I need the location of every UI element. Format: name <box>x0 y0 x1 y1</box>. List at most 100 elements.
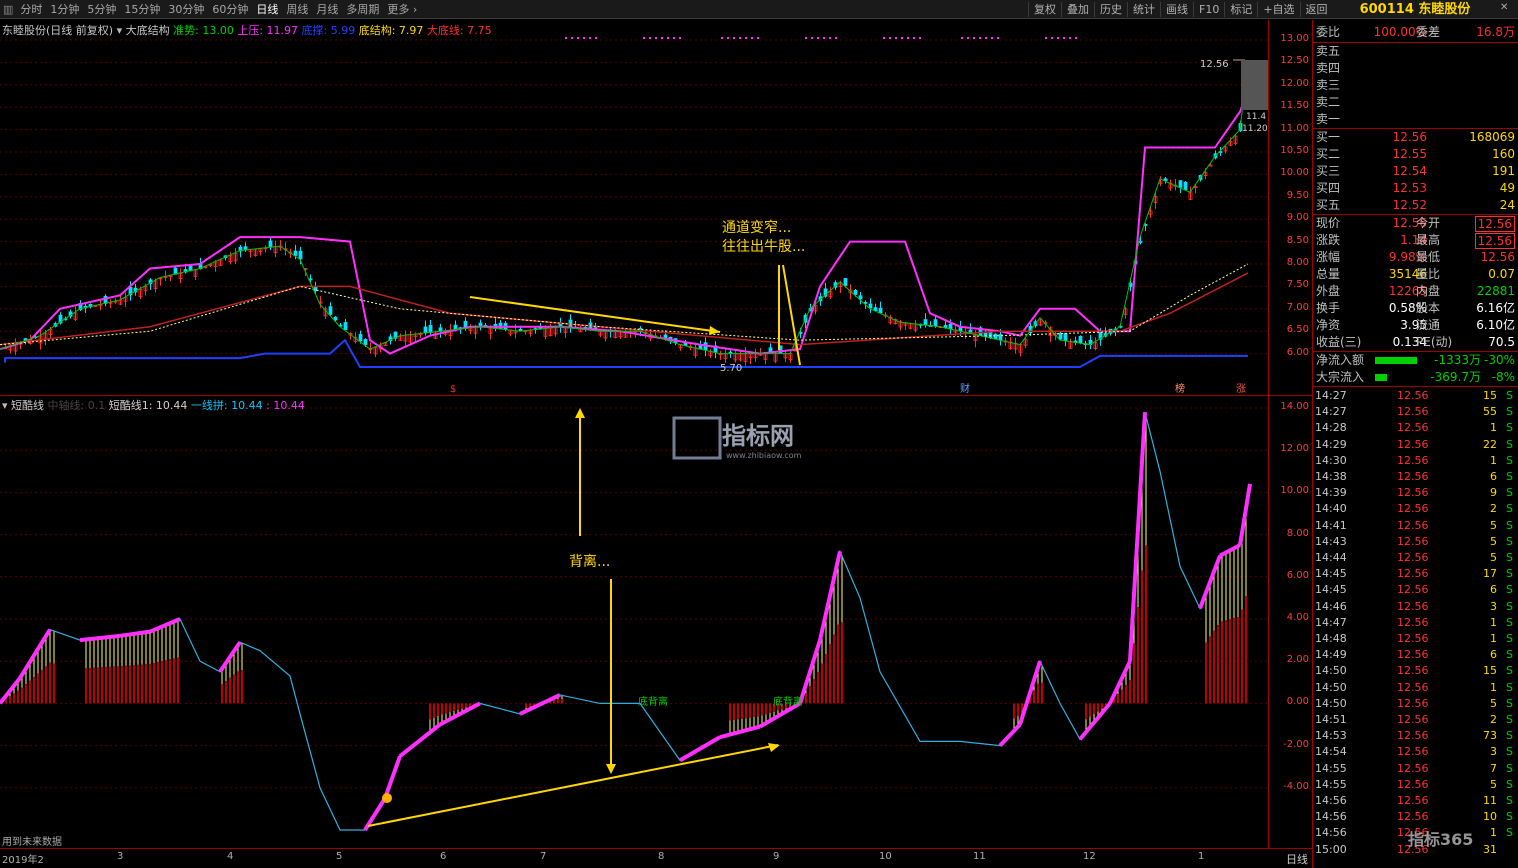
price-tick: 8.00 <box>1286 257 1309 268</box>
price-chart[interactable]: 12.56 5.70 11.4 11.20 通道变窄... 往往出牛股... $… <box>0 20 1268 395</box>
period-tab-0[interactable]: 分时 <box>16 2 46 17</box>
oscillator-chart[interactable]: 背离... 底背离 底背离 用到未来数据 指标网 www.zhibiaow.co… <box>0 396 1268 848</box>
grid-main <box>0 37 1268 355</box>
price-tick: 7.00 <box>1286 301 1309 313</box>
period-label: 日线 <box>1286 853 1308 866</box>
price-tick: 10.50 <box>1280 145 1309 156</box>
date-tick: 8 <box>658 851 665 862</box>
tick-row: 14:53 12.56 73 S <box>1315 729 1513 743</box>
tick-row: 14:39 12.56 9 S <box>1315 486 1513 500</box>
tool-button-0[interactable]: 复权 <box>1028 2 1061 17</box>
flow-bar <box>1375 357 1417 364</box>
period-tab-9[interactable]: 多周期 <box>342 2 383 17</box>
tool-button-2[interactable]: 历史 <box>1094 2 1127 17</box>
flow-bar <box>1375 374 1387 381</box>
date-tick: 3 <box>117 851 124 862</box>
indicator-icon: ▾ <box>2 399 8 412</box>
price-tick: 9.00 <box>1286 212 1309 224</box>
box-label-a: 11.4 <box>1246 112 1266 122</box>
future-data-note: 用到未来数据 <box>2 835 62 848</box>
indicator-icon: ▾ <box>116 24 123 37</box>
quote-row: 总量 35146 量比 0.07 <box>1316 267 1515 281</box>
period-tab-5[interactable]: 60分钟 <box>208 2 252 17</box>
price-tick: 12.00 <box>1280 77 1309 89</box>
tool-button-3[interactable]: 统计 <box>1127 2 1160 17</box>
period-tab-10[interactable]: 更多 › <box>383 2 421 17</box>
quote-row: 买三 12.54 191 <box>1316 164 1515 178</box>
tick-row: 14:38 12.56 6 S <box>1315 470 1513 483</box>
date-tick: 11 <box>973 851 986 862</box>
price-tick: 11.00 <box>1280 122 1309 134</box>
price-high-label: 12.56 <box>1200 59 1229 70</box>
legend-item-3: 底结构: 7.97 <box>355 24 424 37</box>
legend-item-1: 上压: 11.97 <box>233 24 299 37</box>
tick-row: 14:49 12.56 6 S <box>1315 648 1513 662</box>
layout-icon[interactable]: ▥ <box>0 2 16 17</box>
close-icon[interactable]: ✕ <box>1500 2 1508 13</box>
tick-row: 14:51 12.56 2 S <box>1315 713 1513 726</box>
mark-cai: 财 <box>960 382 970 395</box>
period-tab-6[interactable]: 日线 <box>252 2 282 17</box>
quote-row: 净资 3.95 流通 6.10亿 <box>1316 318 1515 332</box>
flow-row: 大宗流入 -369.7万 -8% <box>1316 370 1515 384</box>
quote-row: 现价 12.56 今开 12.56 <box>1313 215 1518 232</box>
tick-row: 14:30 12.56 1 S <box>1315 453 1513 467</box>
stock-legend-title: 东睦股份(日线 前复权) <box>2 24 114 37</box>
tick-row: 14:43 12.56 5 S <box>1315 534 1513 548</box>
corner-watermark: 指标365 <box>1408 830 1474 849</box>
quote-row: 买五 12.52 24 <box>1316 198 1515 212</box>
sub-legend-item-0: 中轴线: 0.1 <box>47 399 106 412</box>
legend-item-0: 准势: 13.00 <box>173 24 234 37</box>
tick-row: 14:50 12.56 5 S <box>1315 696 1513 710</box>
quote-row: 卖一 <box>1316 112 1341 126</box>
period-tab-2[interactable]: 5分钟 <box>83 2 120 17</box>
svg-text:指标网: 指标网 <box>722 422 794 450</box>
period-tab-3[interactable]: 15分钟 <box>120 2 164 17</box>
tick-row: 14:45 12.56 17 S <box>1315 567 1513 581</box>
tick-row: 14:41 12.56 5 S <box>1315 518 1513 532</box>
price-tick: 8.50 <box>1286 234 1309 246</box>
mark-dollar: $ <box>450 384 456 395</box>
legend-item-4: 大底线: 7.75 <box>423 24 492 37</box>
tick-row: 14:55 12.56 7 S <box>1315 761 1513 775</box>
tick-row: 14:40 12.56 2 S <box>1315 502 1513 516</box>
tool-button-1[interactable]: 叠加 <box>1061 2 1094 17</box>
tick-row: 14:50 12.56 1 S <box>1315 680 1513 694</box>
tool-button-4[interactable]: 画线 <box>1160 2 1193 17</box>
mark-bang: 榜 <box>1175 382 1185 395</box>
osc-tick: 10.00 <box>1280 485 1309 497</box>
osc-tick: 0.00 <box>1286 696 1309 708</box>
toolbar: ▥ 分时 1分钟 5分钟 15分钟 30分钟 60分钟 日线 周线 月线 多周期 更多 › 复权 叠加… <box>0 0 1518 19</box>
tool-button-6[interactable]: 标记 <box>1224 2 1257 17</box>
osc-tick: 12.00 <box>1280 443 1309 455</box>
tool-button-7[interactable]: +自选 <box>1257 2 1299 17</box>
period-tab-8[interactable]: 月线 <box>312 2 342 17</box>
quote-row: 卖四 <box>1316 61 1341 75</box>
main-legend: 东睦股份(日线 前复权) ▾ 大底结构 准势: 13.00 上压: 11.97 … <box>2 22 492 38</box>
watermark: 指标网 www.zhibiaow.com <box>672 416 802 460</box>
price-axis: 13.00 12.50 12.00 11.50 11.00 10.50 10.00 9.50 9… <box>1268 20 1312 395</box>
tool-button-5[interactable]: F10 <box>1193 2 1224 17</box>
tick-row: 14:27 12.56 55 S <box>1315 405 1513 419</box>
divergence-label: 背离... <box>569 553 610 570</box>
price-tick: 13.00 <box>1280 33 1309 44</box>
tick-row: 14:48 12.56 1 S <box>1315 632 1513 645</box>
date-tick: 6 <box>440 851 447 862</box>
price-tick: 6.50 <box>1286 324 1309 336</box>
period-tab-4[interactable]: 30分钟 <box>164 2 208 17</box>
legend-item-2: 底撑: 5.99 <box>298 24 356 37</box>
mark-zhang: 涨 <box>1236 383 1246 395</box>
narrow-text-1: 通道变窄... <box>722 219 791 236</box>
period-tab-7[interactable]: 周线 <box>282 2 312 17</box>
period-tabs: ▥ 分时 1分钟 5分钟 15分钟 30分钟 60分钟 日线 周线 月线 多周期 更多 › <box>0 2 421 17</box>
sub-legend-item-3: : 10.44 <box>262 399 305 412</box>
price-tick: 10.00 <box>1280 167 1309 179</box>
flow-row: 净流入额 -1333万 -30% <box>1316 353 1515 367</box>
quote-row: 卖三 <box>1316 78 1341 92</box>
box-label-b: 11.20 <box>1242 124 1268 134</box>
period-tab-1[interactable]: 1分钟 <box>46 2 83 17</box>
sub-legend-item-2: 一线拼: 10.44 <box>187 399 263 412</box>
price-tick: 7.50 <box>1286 279 1309 291</box>
osc-tick: 2.00 <box>1286 654 1309 666</box>
quote-row: 涨跌 1.14 最高 12.56 <box>1313 232 1518 249</box>
